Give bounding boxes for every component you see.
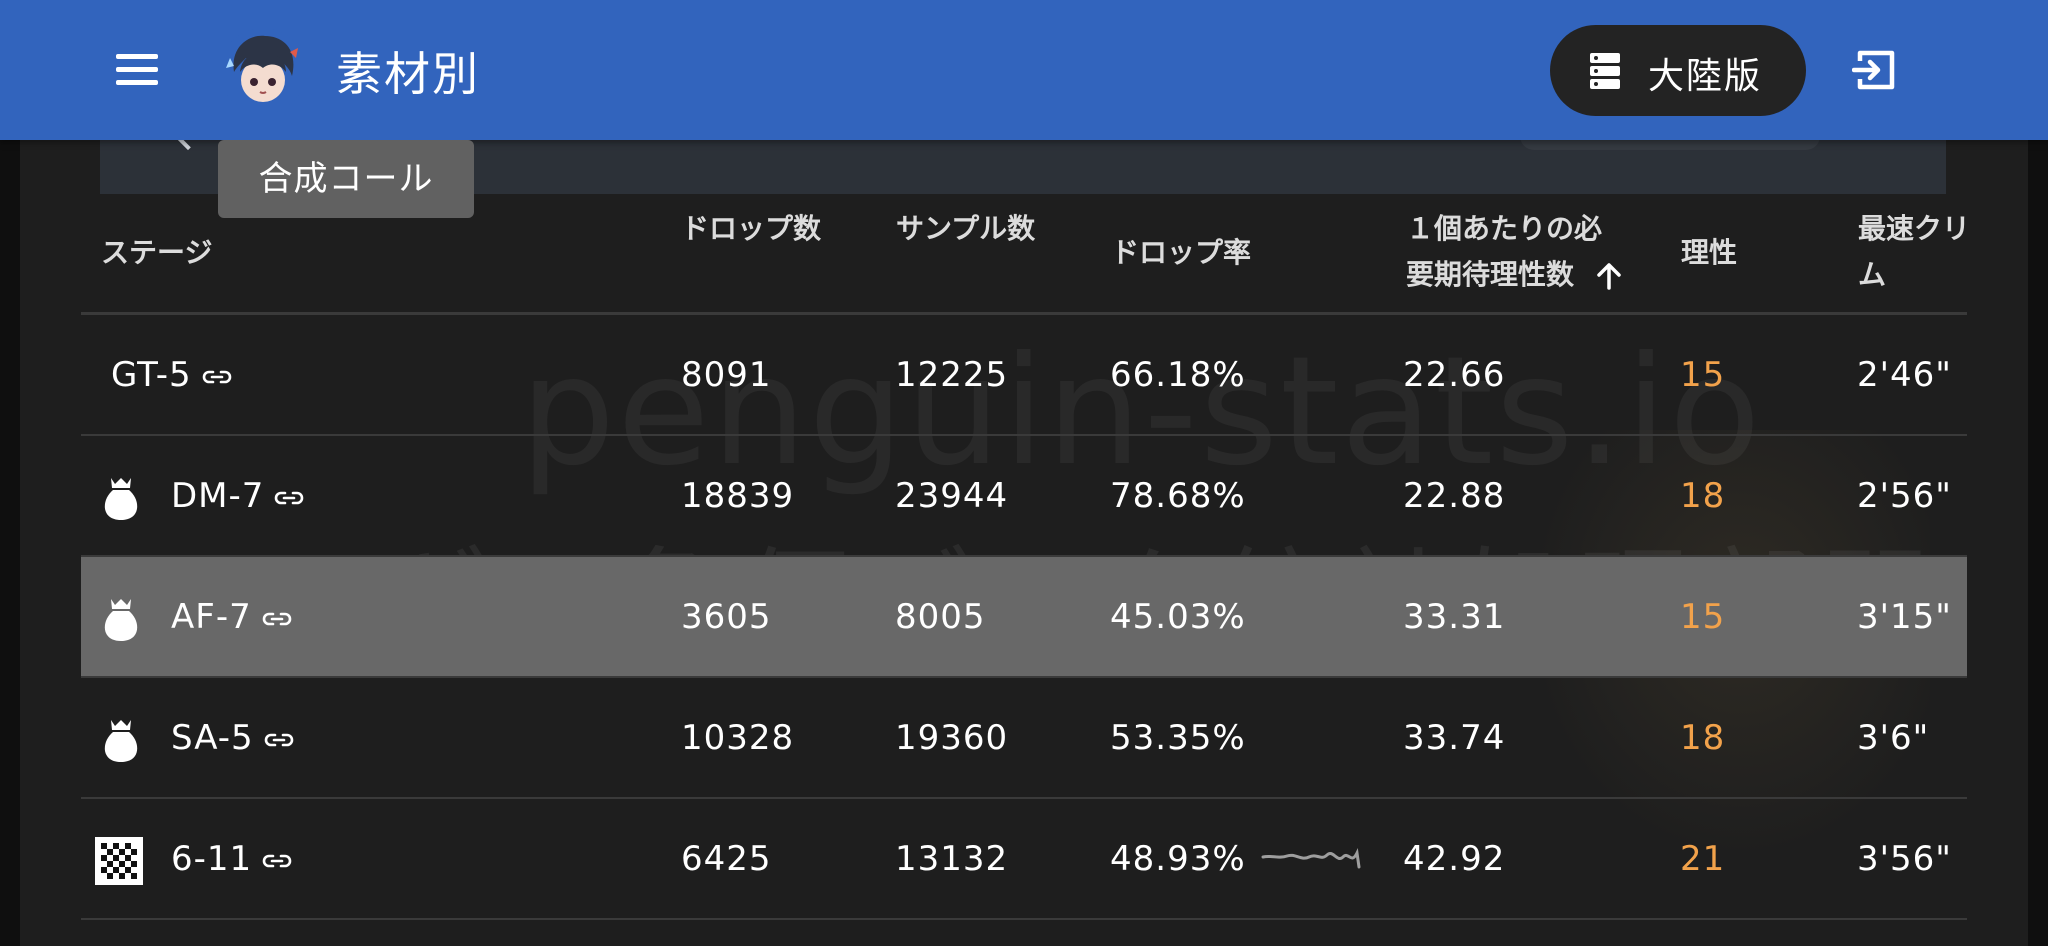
column-header-samples[interactable]: サンプル数	[896, 206, 1035, 252]
ap-cell: 18	[1680, 718, 1726, 758]
link-icon[interactable]	[262, 611, 292, 627]
ap-per-item-cell: 42.92	[1403, 839, 1506, 879]
fastest-clear-cell: 3'56"	[1857, 839, 1952, 879]
samples-cell: 8005	[895, 597, 986, 637]
drops-cell: 3605	[681, 597, 772, 637]
drop-rate-cell: 78.68%	[1110, 476, 1246, 516]
stage-cell[interactable]: SA-5	[171, 678, 294, 798]
table-row[interactable]: 6-11 6425 13132 48.93% 42.92 21 3'56"	[81, 797, 1967, 919]
samples-cell: 23944	[895, 476, 1009, 516]
app-bar: 素材別 大陸版	[0, 0, 2048, 140]
stage-cell[interactable]: AF-7	[171, 557, 292, 677]
column-header-drop-rate[interactable]: ドロップ率	[1111, 230, 1251, 276]
stage-code[interactable]: GT-5	[111, 355, 192, 395]
table-row[interactable]: GT-5 8091 12225 66.18% 22.66 15 2'46"	[81, 313, 1967, 435]
stage-code[interactable]: AF-7	[171, 597, 252, 637]
column-header-ap-per-item-line2[interactable]: 要期待理性数	[1406, 252, 1574, 298]
drops-cell: 10328	[681, 718, 795, 758]
fastest-clear-cell: 2'46"	[1857, 355, 1952, 395]
drop-rate-cell: 48.93%	[1110, 839, 1246, 879]
ap-cell: 15	[1680, 597, 1726, 637]
avatar[interactable]	[220, 28, 306, 114]
stage-code[interactable]: DM-7	[171, 476, 264, 516]
stage-cell[interactable]: GT-5	[111, 315, 232, 435]
trend-sparkline[interactable]	[1261, 843, 1361, 873]
drops-cell: 6425	[681, 839, 772, 879]
drops-cell: 18839	[681, 476, 795, 516]
page-title: 素材別	[336, 47, 480, 101]
stage-cell[interactable]: 6-11	[171, 799, 292, 919]
ap-cell: 15	[1680, 355, 1726, 395]
table-row[interactable]: SA-5 10328 19360 53.35% 33.74 18 3'6"	[81, 676, 1967, 798]
drops-cell: 8091	[681, 355, 772, 395]
money-bag-crown-icon	[104, 720, 138, 762]
column-header-stage[interactable]: ステージ	[101, 230, 212, 276]
link-icon[interactable]	[202, 369, 232, 385]
stage-cell[interactable]: DM-7	[171, 436, 304, 556]
server-selector-button[interactable]: 大陸版	[1550, 25, 1806, 116]
ap-per-item-cell: 33.31	[1403, 597, 1506, 637]
money-bag-crown-icon	[104, 599, 138, 641]
stage-code[interactable]: SA-5	[171, 718, 254, 758]
samples-cell: 12225	[895, 355, 1009, 395]
fastest-clear-cell: 3'15"	[1857, 597, 1952, 637]
sort-ascending-arrow-icon[interactable]	[1596, 262, 1622, 290]
ap-per-item-cell: 22.88	[1403, 476, 1506, 516]
table-row[interactable]: DM-7 18839 23944 78.68% 22.88 18 2'56"	[81, 434, 1967, 556]
drop-rate-cell: 66.18%	[1110, 355, 1246, 395]
column-header-ap[interactable]: 理性	[1681, 230, 1737, 276]
login-icon[interactable]	[1852, 47, 1898, 93]
column-header-fastest-line1[interactable]: 最速クリ	[1858, 206, 1970, 252]
left-gutter	[0, 0, 20, 946]
fastest-clear-cell: 3'6"	[1857, 718, 1930, 758]
tooltip: 合成コール	[218, 140, 474, 218]
samples-cell: 19360	[895, 718, 1009, 758]
link-icon[interactable]	[264, 732, 294, 748]
drop-rate-cell: 53.35%	[1110, 718, 1246, 758]
link-icon[interactable]	[274, 490, 304, 506]
ap-per-item-cell: 22.66	[1403, 355, 1506, 395]
right-gutter	[2028, 0, 2048, 946]
table-row-selected[interactable]: AF-7 3605 8005 45.03% 33.31 15 3'15"	[81, 555, 1967, 677]
table-bottom-divider	[81, 918, 1967, 920]
server-label[interactable]: 大陸版	[1648, 47, 1762, 99]
hamburger-menu-icon[interactable]	[112, 48, 162, 92]
ap-per-item-cell: 33.74	[1403, 718, 1506, 758]
server-database-icon	[1590, 53, 1620, 89]
drop-rate-cell: 45.03%	[1110, 597, 1246, 637]
link-icon[interactable]	[262, 853, 292, 869]
ap-cell: 18	[1680, 476, 1726, 516]
column-header-fastest-line2[interactable]: ム	[1858, 252, 1886, 298]
column-header-ap-per-item-line1[interactable]: １個あたりの必	[1406, 206, 1602, 252]
checkered-flag-icon	[95, 837, 143, 885]
stage-code[interactable]: 6-11	[171, 839, 252, 879]
money-bag-crown-icon	[104, 478, 138, 520]
fastest-clear-cell: 2'56"	[1857, 476, 1952, 516]
ap-cell: 21	[1680, 839, 1726, 879]
column-header-drops[interactable]: ドロップ数	[681, 206, 821, 252]
samples-cell: 13132	[895, 839, 1009, 879]
